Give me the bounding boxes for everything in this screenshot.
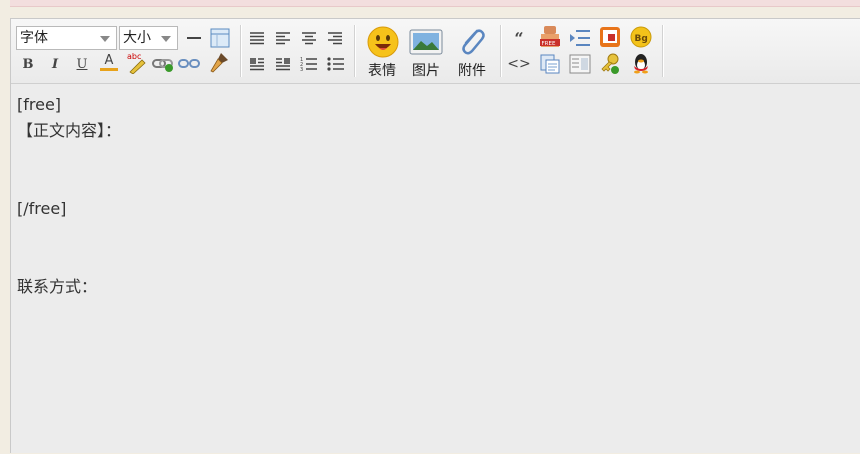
free-icon: FREE: [540, 26, 560, 47]
font-color-button[interactable]: A: [97, 50, 121, 74]
toolbar-separator: [354, 25, 356, 77]
emoji-button[interactable]: 表情: [362, 23, 402, 79]
float-left-icon: [250, 58, 264, 71]
content-line: [17, 326, 854, 352]
ordered-list-icon: 123: [300, 57, 317, 72]
paste-word-button[interactable]: [538, 52, 562, 76]
free-content-button[interactable]: FREE: [538, 25, 562, 49]
indent-icon: [570, 30, 590, 46]
flash-button[interactable]: [598, 25, 622, 49]
background-button[interactable]: Bg: [629, 25, 653, 49]
align-center-icon: [302, 32, 316, 45]
bold-label: B: [22, 56, 34, 72]
float-left-button[interactable]: [245, 52, 269, 76]
toolbar-separator: [662, 25, 664, 77]
content-line: [17, 222, 854, 248]
quote-icon: “: [514, 28, 524, 48]
password-button[interactable]: [598, 51, 622, 75]
font-size-select-value: 大小: [123, 30, 151, 46]
page-break-button[interactable]: [568, 52, 592, 76]
smiley-icon: [367, 26, 399, 58]
svg-text:3: 3: [300, 67, 303, 72]
horizontal-rule-button[interactable]: [182, 26, 206, 50]
chevron-down-icon: [100, 36, 110, 42]
align-left-button[interactable]: [245, 26, 269, 50]
content-line: [17, 248, 854, 274]
code-icon: <>: [507, 56, 531, 72]
align-left-icon: [276, 32, 290, 45]
toolbar-separator: [500, 25, 502, 77]
content-line: 联系方式：: [17, 277, 98, 296]
underline-label: U: [76, 56, 88, 72]
align-right-icon: [328, 32, 342, 45]
page-top-stripe: [10, 0, 860, 7]
flash-icon: [600, 27, 620, 47]
content-line: [free]: [17, 95, 62, 114]
unlink-icon: [178, 59, 200, 68]
spell-check-icon: abc: [127, 52, 146, 74]
align-center-button[interactable]: [297, 26, 321, 50]
brush-icon: [210, 53, 228, 73]
ordered-list-button[interactable]: 123: [297, 52, 321, 76]
font-color-swatch: [100, 67, 118, 71]
font-color-label: A: [104, 52, 114, 68]
clear-format-button[interactable]: [207, 50, 231, 74]
align-justify-icon: [250, 32, 264, 45]
qq-button[interactable]: [629, 51, 653, 75]
code-button[interactable]: <>: [507, 52, 531, 76]
horizontal-rule-icon: [187, 37, 201, 39]
paste-word-icon: [540, 54, 560, 74]
bg-icon-label: Bg: [635, 34, 648, 44]
unordered-list-icon: [327, 57, 344, 71]
quote-button[interactable]: “: [507, 26, 531, 50]
content-line: [17, 144, 854, 170]
hide-content-button[interactable]: [568, 26, 592, 50]
paperclip-icon: [462, 29, 485, 55]
attachment-button-label: 附件: [458, 63, 486, 79]
table-icon: [210, 28, 230, 48]
rich-text-editor: 字体 大小 B I U A abc 1 2 3 表情 图片 附件 “ FREE …: [10, 18, 860, 453]
float-right-button[interactable]: [271, 52, 295, 76]
bg-icon: Bg: [630, 26, 652, 48]
link-button[interactable]: [151, 52, 175, 76]
font-family-select-value: 字体: [20, 30, 48, 46]
underline-button[interactable]: U: [70, 52, 94, 76]
italic-label: I: [51, 56, 59, 72]
bold-button[interactable]: B: [16, 52, 40, 76]
content-line: [17, 300, 854, 326]
float-right-icon: [276, 58, 290, 71]
unlink-button[interactable]: [177, 52, 201, 76]
image-button-label: 图片: [412, 63, 440, 79]
free-icon-label: FREE: [542, 41, 556, 47]
italic-button[interactable]: I: [43, 52, 67, 76]
table-button[interactable]: [208, 26, 232, 50]
qq-penguin-icon: [634, 54, 648, 74]
page-break-icon: [569, 54, 591, 74]
toolbar-separator: [240, 25, 242, 77]
font-size-select[interactable]: 大小: [119, 26, 178, 50]
content-line: [17, 170, 854, 196]
image-button[interactable]: 图片: [406, 23, 446, 79]
align-right-button[interactable]: [323, 26, 347, 50]
editor-toolbar: 字体 大小 B I U A abc 1 2 3 表情 图片 附件 “ FREE …: [11, 19, 860, 84]
align-left-text-button[interactable]: [271, 26, 295, 50]
unordered-list-button[interactable]: [324, 52, 348, 76]
content-line: 【正文内容】：: [17, 121, 122, 140]
spell-check-icon-label: abc: [127, 52, 141, 61]
font-family-select[interactable]: 字体: [16, 26, 117, 50]
spell-check-button[interactable]: abc: [124, 50, 148, 74]
emoji-button-label: 表情: [368, 63, 396, 79]
chevron-down-icon: [161, 36, 171, 42]
content-line: [/free]: [17, 199, 67, 218]
link-icon: [152, 59, 173, 72]
image-icon: [409, 29, 443, 55]
attachment-button[interactable]: 附件: [452, 23, 492, 79]
editor-content-area[interactable]: [free] 【正文内容】： [/free] 联系方式：: [11, 84, 860, 454]
key-icon: [601, 53, 619, 74]
